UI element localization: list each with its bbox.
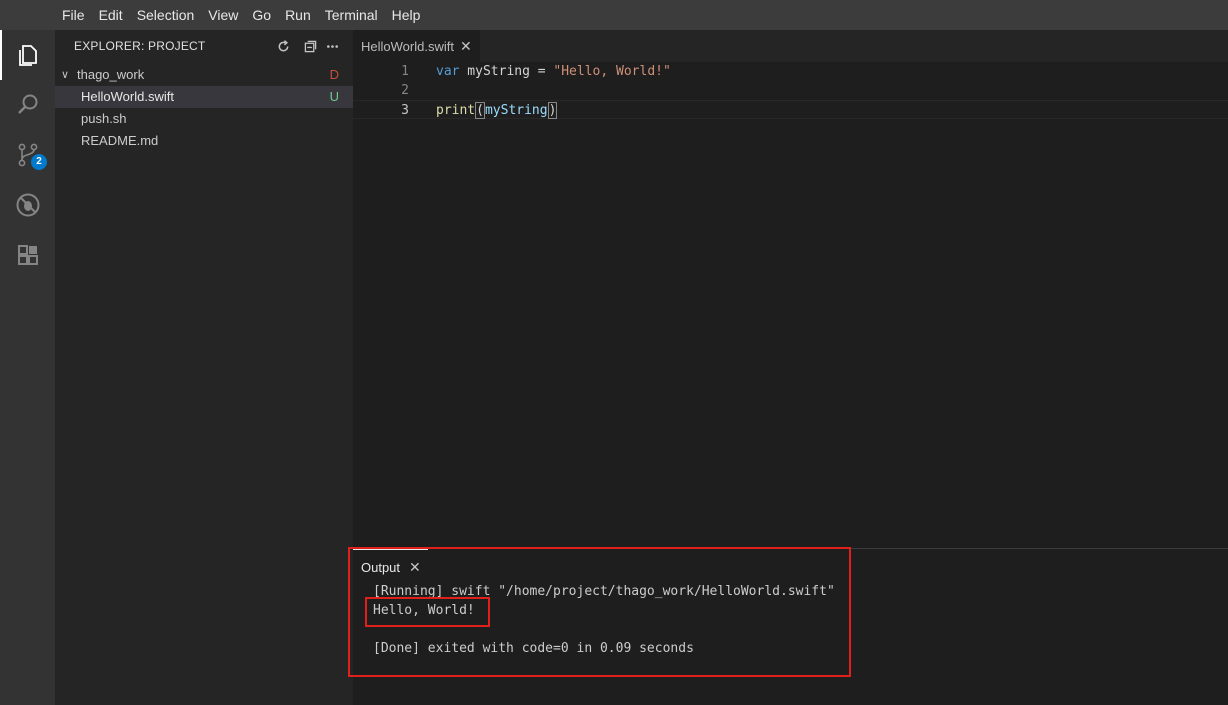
explorer-sidebar: EXPLORER: PROJECT ∨ thago_work D HelloWo… xyxy=(55,30,353,705)
menu-edit[interactable]: Edit xyxy=(92,0,130,30)
collapse-all-icon[interactable] xyxy=(301,37,319,55)
menu-terminal[interactable]: Terminal xyxy=(318,0,385,30)
source-control-activity-button[interactable]: 2 xyxy=(0,130,55,180)
close-icon[interactable]: ✕ xyxy=(460,38,472,55)
code-line: 1 var myString = "Hello, World!" xyxy=(353,62,1228,81)
code-line-current: 3 print(myString) xyxy=(353,100,1228,119)
menu-bar: File Edit Selection View Go Run Terminal… xyxy=(0,0,1228,30)
file-helloworld-swift[interactable]: HelloWorld.swift U xyxy=(55,86,353,108)
more-actions-icon[interactable] xyxy=(323,37,341,55)
line-number: 3 xyxy=(401,103,409,118)
untracked-status: U xyxy=(329,89,339,104)
folder-thago-work[interactable]: ∨ thago_work D xyxy=(55,64,353,86)
explorer-title: EXPLORER: PROJECT xyxy=(74,39,206,53)
file-push-sh[interactable]: push.sh xyxy=(55,108,353,130)
menu-view[interactable]: View xyxy=(201,0,245,30)
menu-run[interactable]: Run xyxy=(278,0,318,30)
menu-help[interactable]: Help xyxy=(385,0,428,30)
file-label: HelloWorld.swift xyxy=(81,89,174,104)
menu-selection[interactable]: Selection xyxy=(130,0,202,30)
editor-tab-bar: HelloWorld.swift ✕ xyxy=(353,30,1228,62)
line-source: print(myString) xyxy=(436,102,558,119)
search-icon xyxy=(17,94,37,114)
no-bug-icon xyxy=(16,193,39,217)
menu-file[interactable]: File xyxy=(55,0,92,30)
extensions-icon xyxy=(17,245,38,265)
refresh-icon[interactable] xyxy=(274,37,292,55)
extensions-activity-button[interactable] xyxy=(0,230,55,280)
code-line: 2 xyxy=(353,81,1228,100)
editor-area: HelloWorld.swift ✕ 1 var myString = "Hel… xyxy=(353,30,1228,548)
activity-bar: 2 xyxy=(0,30,55,705)
folder-label: thago_work xyxy=(77,67,145,82)
code-view[interactable]: 1 var myString = "Hello, World!" 2 3 pri… xyxy=(353,62,1228,119)
line-source: var myString = "Hello, World!" xyxy=(436,64,671,79)
menu-go[interactable]: Go xyxy=(245,0,278,30)
tab-helloworld-swift[interactable]: HelloWorld.swift ✕ xyxy=(353,30,480,62)
chevron-down-icon: ∨ xyxy=(61,69,70,81)
explorer-activity-button[interactable] xyxy=(0,30,55,80)
line-number: 1 xyxy=(401,64,409,79)
result-highlight-box xyxy=(365,597,490,627)
file-label: README.md xyxy=(81,133,159,148)
debug-activity-button[interactable] xyxy=(0,180,55,230)
line-number: 2 xyxy=(401,83,409,98)
file-label: push.sh xyxy=(81,111,127,126)
deleted-status: D xyxy=(329,67,339,82)
explorer-header: EXPLORER: PROJECT xyxy=(55,30,353,62)
file-readme-md[interactable]: README.md xyxy=(55,130,353,152)
search-activity-button[interactable] xyxy=(0,80,55,130)
files-icon xyxy=(18,45,37,66)
source-control-badge: 2 xyxy=(31,154,47,170)
tab-label: HelloWorld.swift xyxy=(361,39,454,54)
